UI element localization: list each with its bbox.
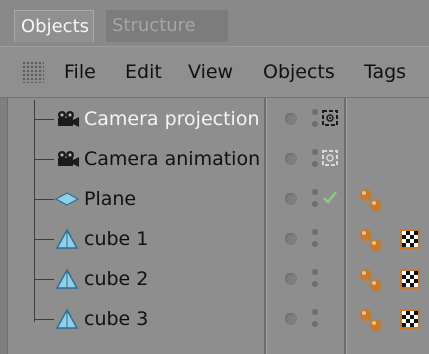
cube-icon bbox=[55, 228, 79, 249]
menu-objects[interactable]: Objects bbox=[263, 47, 335, 97]
render-dot-bottom[interactable] bbox=[312, 121, 318, 127]
object-manager: Objects Structure File Edit View Objects… bbox=[0, 0, 429, 354]
plane-icon bbox=[54, 192, 80, 206]
tab-bar: Objects Structure bbox=[0, 0, 429, 46]
material-tag-icon[interactable] bbox=[358, 307, 386, 333]
object-row-camera-projection[interactable]: Camera projection bbox=[8, 99, 429, 139]
tree-branch bbox=[34, 319, 54, 320]
menu-tags[interactable]: Tags bbox=[364, 47, 406, 97]
tree-branch bbox=[34, 119, 54, 120]
tab-objects[interactable]: Objects bbox=[14, 10, 94, 42]
render-dot-bottom[interactable] bbox=[312, 281, 318, 287]
tree-branch bbox=[34, 239, 54, 240]
render-dot-top[interactable] bbox=[312, 309, 318, 315]
render-dot-bottom[interactable] bbox=[312, 161, 318, 167]
camera-icon bbox=[58, 151, 79, 167]
material-tag-icon[interactable] bbox=[358, 267, 386, 293]
tree-branch bbox=[34, 199, 54, 200]
visibility-dot[interactable] bbox=[285, 153, 297, 165]
object-name[interactable]: Plane bbox=[84, 179, 136, 219]
object-row-cube-1[interactable]: cube 1 bbox=[8, 219, 429, 259]
object-row-plane[interactable]: Plane bbox=[8, 179, 429, 219]
render-dot-top[interactable] bbox=[312, 269, 318, 275]
material-tag-icon[interactable] bbox=[358, 187, 386, 213]
render-dot-top[interactable] bbox=[312, 229, 318, 235]
visibility-dot[interactable] bbox=[285, 193, 297, 205]
list-gutter bbox=[0, 98, 8, 354]
menu-file[interactable]: File bbox=[64, 47, 96, 97]
texture-tag-icon[interactable] bbox=[400, 229, 420, 249]
target-icon[interactable] bbox=[322, 150, 338, 166]
object-name[interactable]: Camera animation bbox=[84, 139, 260, 179]
checkmark-icon[interactable] bbox=[322, 189, 338, 205]
visibility-dot[interactable] bbox=[285, 113, 297, 125]
menu-view[interactable]: View bbox=[188, 47, 233, 97]
cube-icon bbox=[55, 268, 79, 289]
render-dot-top[interactable] bbox=[312, 189, 318, 195]
material-tag-icon[interactable] bbox=[358, 227, 386, 253]
visibility-dot[interactable] bbox=[285, 273, 297, 285]
grip-handle-icon[interactable] bbox=[22, 61, 44, 83]
render-dot-top[interactable] bbox=[312, 149, 318, 155]
render-dot-bottom[interactable] bbox=[312, 241, 318, 247]
menu-bar: File Edit View Objects Tags bbox=[0, 46, 429, 98]
tab-structure[interactable]: Structure bbox=[106, 10, 228, 42]
object-name[interactable]: cube 1 bbox=[84, 219, 148, 259]
object-row-camera-animation[interactable]: Camera animation bbox=[8, 139, 429, 179]
object-row-cube-2[interactable]: cube 2 bbox=[8, 259, 429, 299]
render-dot-bottom[interactable] bbox=[312, 321, 318, 327]
texture-tag-icon[interactable] bbox=[400, 269, 420, 289]
tree-branch bbox=[34, 159, 54, 160]
visibility-dot[interactable] bbox=[285, 313, 297, 325]
visibility-dot[interactable] bbox=[285, 233, 297, 245]
menu-edit[interactable]: Edit bbox=[125, 47, 162, 97]
texture-tag-icon[interactable] bbox=[400, 309, 420, 329]
target-icon[interactable] bbox=[322, 110, 338, 126]
object-name[interactable]: Camera projection bbox=[84, 99, 260, 139]
object-name[interactable]: cube 2 bbox=[84, 259, 148, 299]
object-name[interactable]: cube 3 bbox=[84, 299, 148, 339]
render-dot-bottom[interactable] bbox=[312, 201, 318, 207]
camera-icon bbox=[58, 111, 79, 127]
render-dot-top[interactable] bbox=[312, 109, 318, 115]
object-row-cube-3[interactable]: cube 3 bbox=[8, 299, 429, 339]
tree-branch bbox=[34, 279, 54, 280]
cube-icon bbox=[55, 308, 79, 329]
